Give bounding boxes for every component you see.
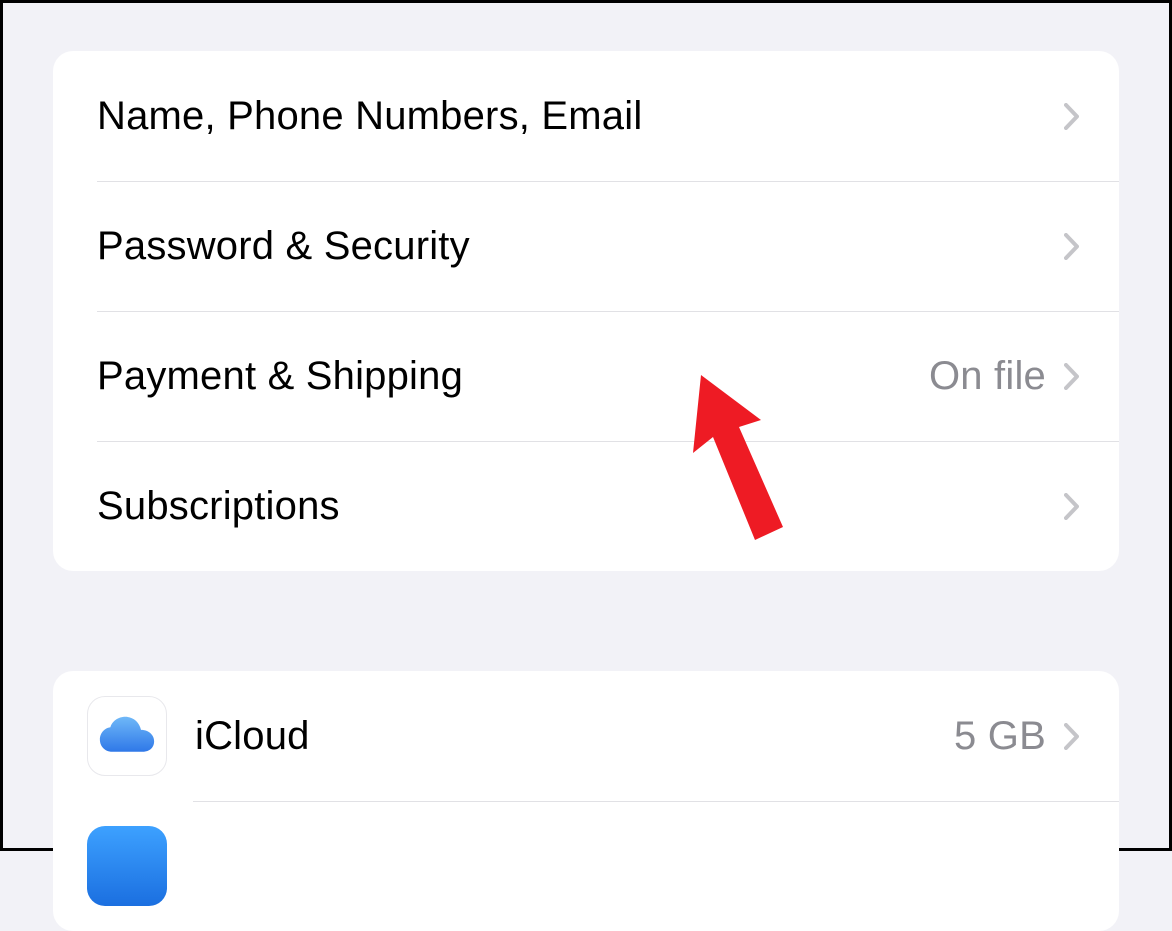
row-label: Payment & Shipping [97, 354, 929, 399]
chevron-right-icon [1064, 723, 1079, 750]
chevron-right-icon [1064, 493, 1079, 520]
password-security-row[interactable]: Password & Security [53, 181, 1119, 311]
services-group: iCloud 5 GB [53, 671, 1119, 931]
name-phone-email-row[interactable]: Name, Phone Numbers, Email [53, 51, 1119, 181]
account-settings-group: Name, Phone Numbers, Email Password & Se… [53, 51, 1119, 571]
subscriptions-row[interactable]: Subscriptions [53, 441, 1119, 571]
row-label: Name, Phone Numbers, Email [97, 94, 1064, 139]
payment-shipping-row[interactable]: Payment & Shipping On file [53, 311, 1119, 441]
row-detail: 5 GB [954, 714, 1046, 759]
row-detail: On file [929, 354, 1046, 399]
icloud-row[interactable]: iCloud 5 GB [53, 671, 1119, 801]
row-label: Subscriptions [97, 484, 1064, 529]
row-label: Password & Security [97, 224, 1064, 269]
app-icon-partial [87, 826, 167, 906]
chevron-right-icon [1064, 103, 1079, 130]
chevron-right-icon [1064, 233, 1079, 260]
next-service-row-partial[interactable] [53, 801, 1119, 931]
icloud-icon [87, 696, 167, 776]
row-label: iCloud [195, 714, 954, 759]
chevron-right-icon [1064, 363, 1079, 390]
